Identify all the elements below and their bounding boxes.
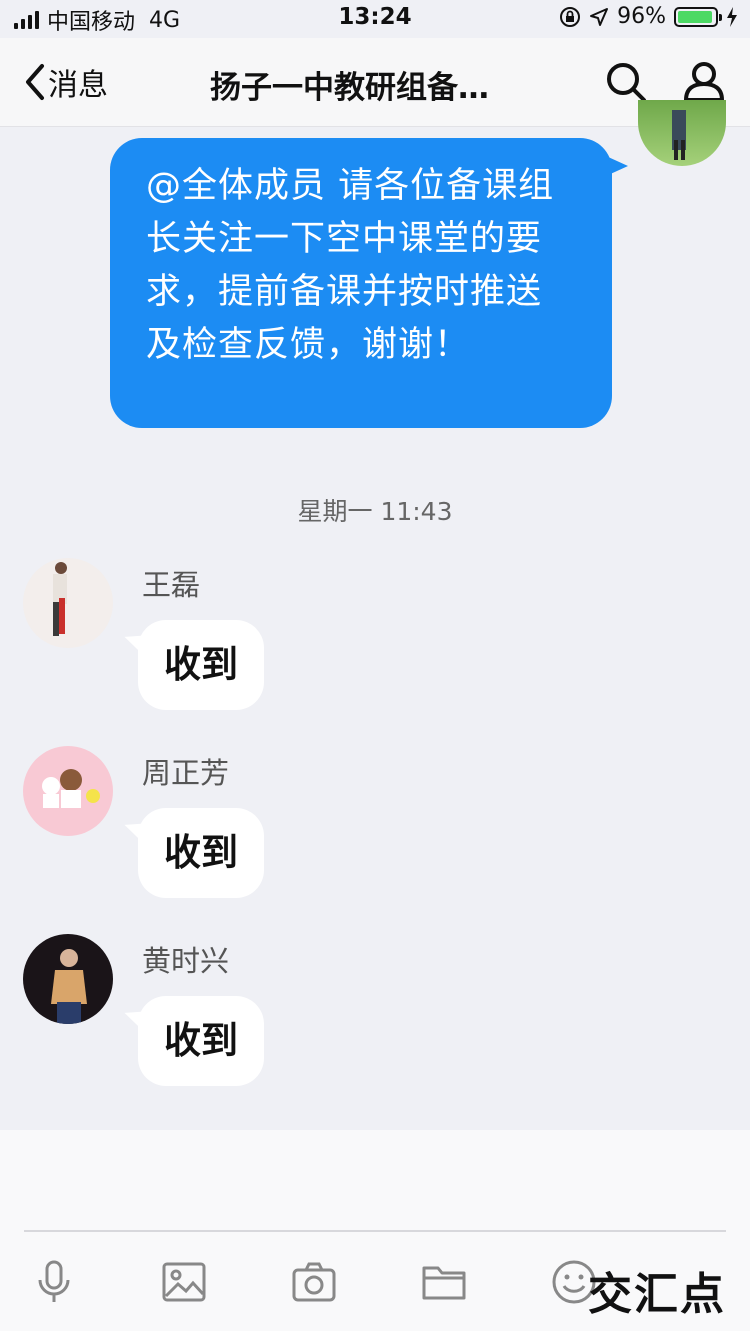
location-icon [590,7,609,26]
message-bubble[interactable]: 收到 [138,620,264,710]
self-avatar[interactable] [638,100,726,166]
image-icon[interactable] [160,1258,208,1306]
chevron-left-icon [26,64,44,100]
status-bar: 中国移动 4G 13:24 96% [0,0,750,38]
back-label: 消息 [48,68,108,103]
avatar[interactable] [23,558,113,648]
rotation-lock-icon [560,6,581,27]
status-right: 96% [559,4,738,29]
chat-title: 扬子一中教研组备… [210,70,489,106]
sender-name: 黄时兴 [142,944,230,978]
sender-name: 王磊 [142,568,201,602]
camera-icon[interactable] [290,1258,338,1306]
back-button[interactable]: 消息 [22,60,108,104]
input-divider [24,1230,726,1232]
microphone-icon[interactable] [30,1258,78,1306]
message-bubble[interactable]: 收到 [138,996,264,1086]
message-timestamp: 星期一 11:43 [297,497,453,526]
battery-percent: 96% [617,4,666,29]
folder-icon[interactable] [420,1258,468,1306]
avatar[interactable] [23,934,113,1024]
group-members-icon[interactable] [680,60,728,104]
avatar[interactable] [23,746,113,836]
charging-icon [727,6,737,27]
battery-icon [674,6,722,27]
message-bubble[interactable]: 收到 [138,808,264,898]
watermark-logo: 交汇点 [588,1269,726,1320]
outgoing-message-bubble[interactable]: @全体成员 请各位备课组长关注一下空中课堂的要求，提前备课并按时推送及检查反馈，… [110,138,628,428]
sender-name: 周正芳 [142,756,230,790]
search-icon[interactable] [604,60,648,104]
